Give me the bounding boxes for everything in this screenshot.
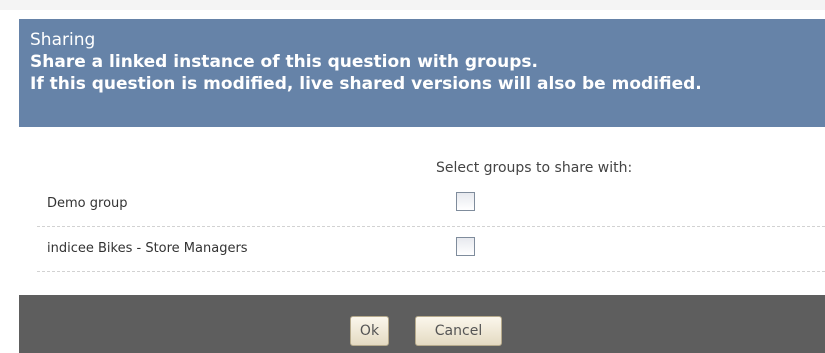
- dialog-footer: Ok Cancel: [19, 295, 825, 353]
- group-row-store-managers: indicee Bikes - Store Managers: [37, 227, 825, 272]
- group-share-checkbox[interactable]: [456, 237, 475, 256]
- dialog-description-line-2: If this question is modified, live share…: [30, 74, 702, 94]
- dialog-title: Sharing: [30, 30, 96, 50]
- cancel-button[interactable]: Cancel: [415, 316, 502, 346]
- sharing-dialog: Sharing Share a linked instance of this …: [10, 10, 825, 353]
- group-share-checkbox[interactable]: [456, 192, 475, 211]
- dialog-body: Select groups to share with: Demo group …: [19, 127, 825, 295]
- dialog-header: Sharing Share a linked instance of this …: [19, 19, 825, 127]
- group-row-demo-group: Demo group: [37, 182, 825, 227]
- ok-button[interactable]: Ok: [350, 316, 389, 346]
- group-name: indicee Bikes - Store Managers: [47, 241, 248, 256]
- dialog-description-line-1: Share a linked instance of this question…: [30, 52, 538, 72]
- background-page-strip: [0, 0, 825, 10]
- group-name: Demo group: [47, 196, 128, 211]
- select-groups-header: Select groups to share with:: [436, 160, 633, 176]
